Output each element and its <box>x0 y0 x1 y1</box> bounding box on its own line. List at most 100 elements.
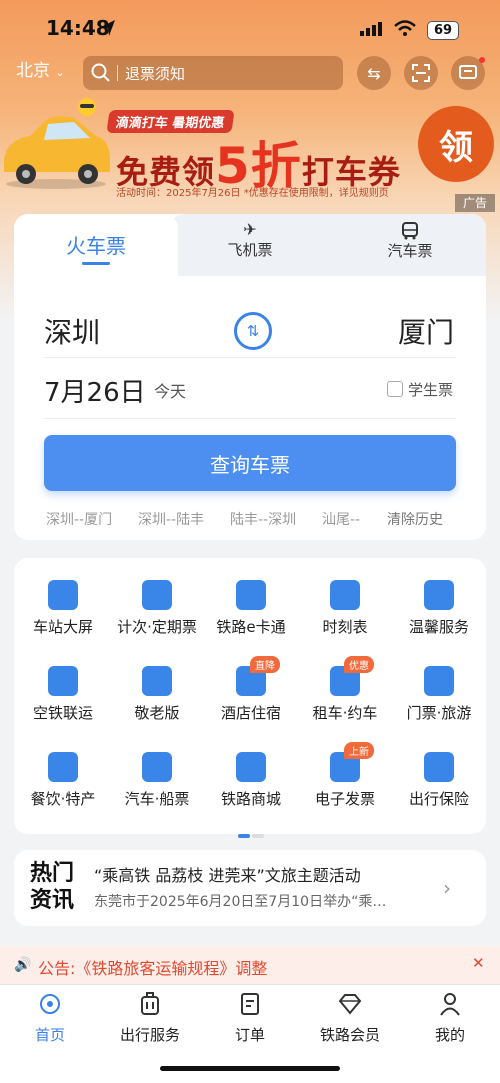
service-item[interactable]: 门票·旅游 <box>392 666 486 723</box>
location-arrow-icon <box>101 20 115 36</box>
history-item[interactable]: 陆丰--深圳 <box>230 509 296 529</box>
history-item[interactable]: 深圳--陆丰 <box>138 509 204 529</box>
service-badge: 上新 <box>344 742 374 759</box>
service-item[interactable]: 铁路e卡通 <box>204 580 298 637</box>
tab-train[interactable]: 火车票 <box>14 214 178 276</box>
service-label: 时刻表 <box>322 618 368 636</box>
student-ticket-label: 学生票 <box>408 381 454 399</box>
claim-button[interactable]: 领 <box>418 106 494 182</box>
search-input[interactable]: 退票须知 <box>83 56 343 90</box>
message-button[interactable] <box>451 56 485 90</box>
battery-indicator: 69 <box>427 21 459 40</box>
speaker-icon: 🔊 <box>14 957 32 973</box>
page-indicator <box>238 823 266 842</box>
wifi-icon <box>394 20 416 36</box>
home-icon <box>40 994 60 1014</box>
mountain-icon <box>424 666 454 696</box>
status-bar: 14:48 69 <box>0 0 500 58</box>
travel-date[interactable]: 7月26日 <box>44 372 146 409</box>
unread-dot <box>479 57 485 63</box>
scan-button[interactable] <box>404 56 438 90</box>
service-item[interactable]: 空铁联运 <box>16 666 110 723</box>
heart-service-icon <box>424 580 454 610</box>
taxi-car-icon <box>4 116 110 189</box>
shop-icon <box>236 752 266 782</box>
swap-toggle-button[interactable]: ⇆ <box>357 56 391 90</box>
date-note: 今天 <box>154 382 187 401</box>
to-station[interactable]: 厦门 <box>398 311 454 351</box>
nav-profile[interactable]: 我的 <box>400 990 500 1045</box>
message-icon <box>459 65 477 79</box>
service-item[interactable]: 直降 酒店住宿 <box>204 656 298 723</box>
nav-travel-services[interactable]: 出行服务 <box>100 990 200 1045</box>
news-summary: 东莞市于2025年6月20日至7月10日举办“乘… <box>94 894 387 910</box>
service-item[interactable]: 计次·定期票 <box>110 580 204 637</box>
notice-text[interactable]: 公告:《铁路旅客运输规程》调整 <box>38 955 267 979</box>
nav-profile-label: 我的 <box>434 1026 465 1044</box>
nav-home[interactable]: 首页 <box>0 990 100 1045</box>
service-item[interactable]: 敬老版 <box>110 666 204 723</box>
service-item[interactable]: 优惠租车·约车 <box>298 656 392 723</box>
search-tickets-button[interactable]: 查询车票 <box>44 435 456 491</box>
train-icon <box>330 580 360 610</box>
service-label: 出行保险 <box>408 790 469 808</box>
service-label: 铁路e卡通 <box>216 618 286 636</box>
nav-travel-label: 出行服务 <box>119 1026 180 1044</box>
service-item[interactable]: 铁路商城 <box>204 752 298 809</box>
nav-membership[interactable]: 铁路会员 <box>300 990 400 1045</box>
sun-sticker-icon <box>78 98 96 116</box>
service-badge: 优惠 <box>344 656 374 673</box>
service-badge: 直降 <box>250 656 280 673</box>
nav-membership-label: 铁路会员 <box>319 1026 380 1044</box>
dining-icon <box>48 752 78 782</box>
divider <box>44 357 456 358</box>
cellular-signal-icon <box>360 22 382 36</box>
airplane-icon: ✈ <box>243 220 257 239</box>
tab-flight-label: 飞机票 <box>227 241 273 259</box>
chevron-down-icon: ⌄ <box>55 66 65 79</box>
service-label: 租车·约车 <box>312 704 378 722</box>
news-title[interactable]: “乘高铁 品荔枝 进莞来”文旅主题活动 <box>94 862 361 886</box>
divider <box>44 418 456 419</box>
service-item[interactable]: 时刻表 <box>298 580 392 637</box>
history-item[interactable]: 汕尾-- <box>322 509 360 529</box>
service-label: 温馨服务 <box>408 618 469 636</box>
tab-bus[interactable]: 汽车票 <box>340 220 480 270</box>
tab-bus-label: 汽车票 <box>387 242 433 260</box>
nav-home-label: 首页 <box>34 1026 65 1044</box>
nav-orders[interactable]: 订单 <box>200 990 300 1045</box>
history-item[interactable]: 深圳--厦门 <box>46 509 112 529</box>
swap-circle-icon: ⇅ <box>246 322 260 340</box>
search-icon <box>91 63 110 82</box>
page-dot <box>252 834 264 838</box>
service-item[interactable]: 出行保险 <box>392 752 486 809</box>
heart-icon <box>142 666 172 696</box>
service-item[interactable]: 温馨服务 <box>392 580 486 637</box>
service-label: 电子发票 <box>314 790 375 808</box>
service-item[interactable]: 上新电子发票 <box>298 742 392 809</box>
close-icon[interactable]: ✕ <box>472 954 485 972</box>
service-item[interactable]: 汽车·船票 <box>110 752 204 809</box>
service-label: 铁路商城 <box>220 790 281 808</box>
bus-icon <box>402 222 418 240</box>
tab-train-label: 火车票 <box>66 234 126 258</box>
chevron-right-icon[interactable]: › <box>443 876 451 900</box>
search-divider <box>117 65 118 81</box>
order-icon <box>241 993 259 1015</box>
swap-stations-button[interactable]: ⇅ <box>234 312 272 350</box>
clear-history-button[interactable]: 清除历史 <box>387 509 443 529</box>
from-station[interactable]: 深圳 <box>44 311 100 351</box>
page-dot-active <box>238 834 250 838</box>
student-ticket-checkbox[interactable] <box>387 381 403 397</box>
city-selector[interactable]: 北京 ⌄ <box>16 56 65 81</box>
ad-label: 广告 <box>455 194 495 212</box>
plane-train-icon <box>48 666 78 696</box>
swap-arrows-icon: ⇆ <box>367 63 381 83</box>
tab-active-indicator <box>82 262 110 265</box>
service-item[interactable]: 车站大屏 <box>16 580 110 637</box>
service-label: 车站大屏 <box>32 618 93 636</box>
ticket-clock-icon <box>142 580 172 610</box>
tab-flight[interactable]: ✈ 飞机票 <box>180 220 320 270</box>
service-label: 计次·定期票 <box>117 618 197 636</box>
service-item[interactable]: 餐饮·特产 <box>16 752 110 809</box>
